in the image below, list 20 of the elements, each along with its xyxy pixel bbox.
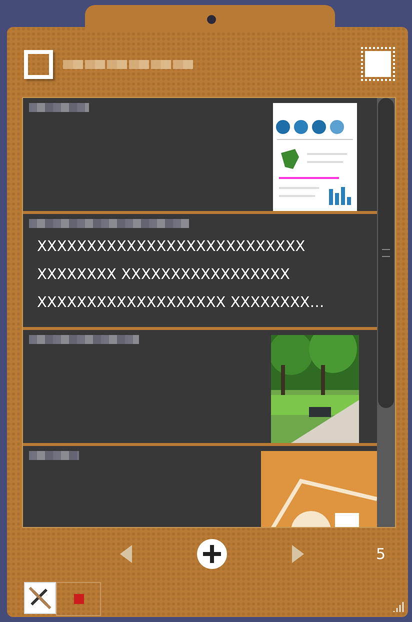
- next-arrow-icon[interactable]: [292, 545, 304, 563]
- note-card[interactable]: [23, 446, 377, 527]
- checkbox[interactable]: [24, 50, 53, 78]
- resize-grip-icon[interactable]: [392, 601, 404, 613]
- note-text: XXXXXXXX XXXXXXXXXXXXXXXXX: [37, 267, 291, 284]
- note-text: XXXXXXXXXXXXXXXXXXX XXXXXXXX…: [37, 295, 324, 312]
- blurred-label: [29, 451, 79, 460]
- note-card[interactable]: [23, 98, 377, 211]
- tools-off-button[interactable]: [24, 582, 56, 614]
- crossed-tools-icon: [26, 584, 54, 612]
- note-card[interactable]: [23, 330, 377, 443]
- add-icon[interactable]: [196, 538, 228, 570]
- stop-icon: [74, 594, 84, 604]
- blurred-label: [29, 103, 89, 112]
- scrollbar[interactable]: [377, 98, 395, 527]
- square-button[interactable]: [361, 47, 395, 81]
- note-card[interactable]: XXXXXXXXXXXXXXXXXXXXXXXXXXX XXXXXXXX XXXXXXXXXXXXXXXXX XXXXXXXXXXXXXXXXXXX XXXXXXXX…: [23, 214, 377, 327]
- page-count: 5: [376, 545, 386, 563]
- note-text: XXXXXXXXXXXXXXXXXXXXXXXXXXX: [37, 239, 306, 256]
- previous-arrow-icon[interactable]: [120, 545, 132, 563]
